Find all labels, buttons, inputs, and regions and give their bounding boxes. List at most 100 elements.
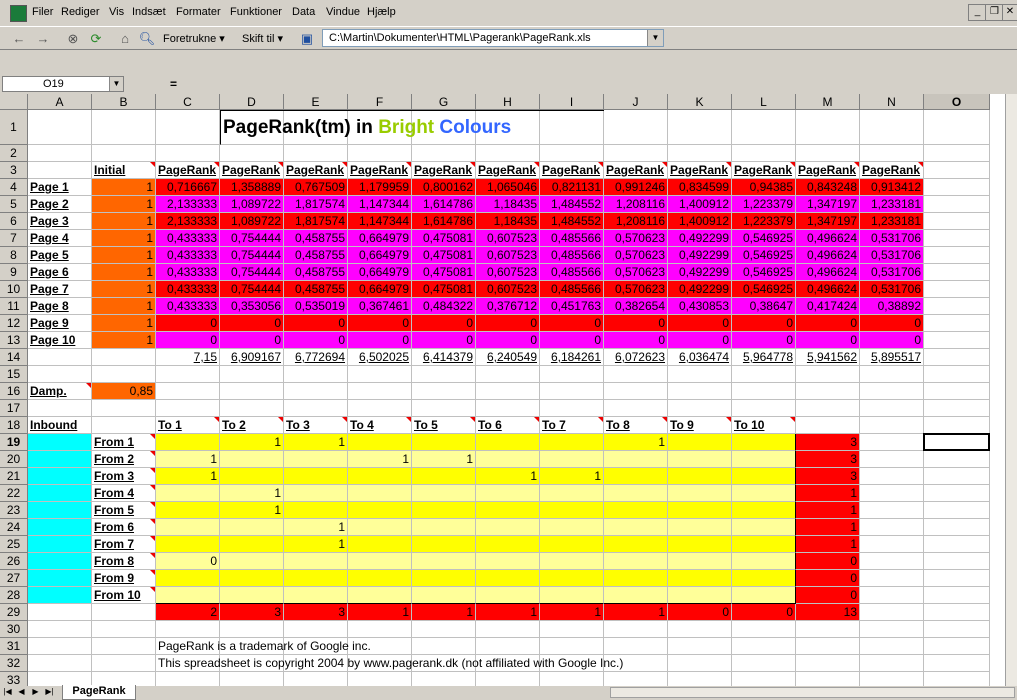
formula-equals-sign[interactable]: = bbox=[170, 77, 177, 91]
from-label[interactable]: From 2 bbox=[92, 451, 156, 468]
pagerank-value[interactable]: 0,607523 bbox=[476, 281, 540, 298]
column-header[interactable]: J bbox=[604, 94, 668, 110]
pagerank-value[interactable]: 0 bbox=[796, 332, 860, 349]
link-matrix-cell[interactable] bbox=[220, 451, 284, 468]
link-matrix-cell[interactable] bbox=[732, 536, 796, 553]
row-header[interactable]: 24 bbox=[0, 519, 28, 536]
menu-vindue[interactable]: Vindue bbox=[326, 6, 360, 18]
grid-cell[interactable] bbox=[412, 400, 476, 417]
row-header[interactable]: 29 bbox=[0, 604, 28, 621]
grid-cell[interactable] bbox=[92, 638, 156, 655]
outbound-count[interactable]: 0 bbox=[796, 553, 860, 570]
pagerank-value[interactable]: 0,492299 bbox=[668, 264, 732, 281]
pagerank-value[interactable]: 0,433333 bbox=[156, 264, 220, 281]
pagerank-value[interactable]: 1,223379 bbox=[732, 196, 796, 213]
link-matrix-cell[interactable] bbox=[476, 570, 540, 587]
pagerank-value[interactable]: 0,475081 bbox=[412, 281, 476, 298]
row-header[interactable]: 15 bbox=[0, 366, 28, 383]
pagerank-value[interactable]: 0 bbox=[540, 332, 604, 349]
row-header[interactable]: 13 bbox=[0, 332, 28, 349]
grid-cell[interactable] bbox=[860, 468, 924, 485]
link-matrix-cell[interactable] bbox=[540, 519, 604, 536]
grid-cell[interactable] bbox=[924, 110, 990, 145]
link-matrix-cell[interactable] bbox=[284, 485, 348, 502]
grid-cell[interactable] bbox=[732, 621, 796, 638]
pagerank-value[interactable]: 1,484552 bbox=[540, 213, 604, 230]
grid-cell[interactable] bbox=[604, 110, 668, 145]
link-matrix-cell[interactable]: 1 bbox=[156, 468, 220, 485]
link-matrix-cell[interactable] bbox=[732, 570, 796, 587]
link-matrix-cell[interactable] bbox=[220, 570, 284, 587]
pagerank-value[interactable]: 0 bbox=[860, 315, 924, 332]
grid-cell[interactable] bbox=[860, 553, 924, 570]
link-matrix-cell[interactable] bbox=[348, 570, 412, 587]
link-matrix-cell[interactable] bbox=[412, 434, 476, 451]
column-total[interactable]: 1 bbox=[348, 604, 412, 621]
link-matrix-cell[interactable] bbox=[348, 468, 412, 485]
sheet-tab-pagerank[interactable]: PageRank bbox=[62, 685, 136, 700]
goto-button[interactable]: Skift til ▾ bbox=[242, 30, 283, 48]
close-icon[interactable]: ✕ bbox=[1002, 4, 1017, 21]
pagerank-sum[interactable]: 5,895517 bbox=[860, 349, 924, 366]
grid-cell[interactable] bbox=[668, 672, 732, 686]
grid-cell[interactable] bbox=[796, 366, 860, 383]
grid-cell[interactable] bbox=[156, 145, 220, 162]
grid-cell[interactable] bbox=[924, 400, 990, 417]
link-matrix-cell[interactable] bbox=[348, 485, 412, 502]
grid-cell[interactable] bbox=[28, 366, 92, 383]
grid-cell[interactable] bbox=[860, 451, 924, 468]
inbound-cell[interactable] bbox=[28, 587, 92, 604]
pagerank-value[interactable]: 0,754444 bbox=[220, 264, 284, 281]
pagerank-sum[interactable]: 6,240549 bbox=[476, 349, 540, 366]
row-header[interactable]: 16 bbox=[0, 383, 28, 400]
pagerank-value[interactable]: 0,607523 bbox=[476, 247, 540, 264]
grid-cell[interactable] bbox=[28, 638, 92, 655]
grid-cell[interactable] bbox=[604, 383, 668, 400]
grid-cell[interactable] bbox=[28, 349, 92, 366]
link-matrix-cell[interactable] bbox=[540, 451, 604, 468]
link-matrix-cell[interactable] bbox=[732, 485, 796, 502]
pagerank-value[interactable]: 1,358889 bbox=[220, 179, 284, 196]
pagerank-value[interactable]: 1,347197 bbox=[796, 196, 860, 213]
page-label[interactable]: Page 3 bbox=[28, 213, 92, 230]
link-matrix-cell[interactable] bbox=[668, 468, 732, 485]
outbound-count[interactable]: 1 bbox=[796, 519, 860, 536]
grid-cell[interactable] bbox=[796, 417, 860, 434]
grid-cell[interactable] bbox=[284, 383, 348, 400]
grid-cell[interactable] bbox=[924, 179, 990, 196]
pagerank-value[interactable]: 0 bbox=[540, 315, 604, 332]
pagerank-value[interactable]: 0,531706 bbox=[860, 264, 924, 281]
link-matrix-cell[interactable] bbox=[156, 519, 220, 536]
grid-cell[interactable] bbox=[860, 587, 924, 604]
grid-cell[interactable] bbox=[348, 621, 412, 638]
pagerank-value[interactable]: 0,484322 bbox=[412, 298, 476, 315]
grid-cell[interactable] bbox=[796, 638, 860, 655]
menu-data[interactable]: Data bbox=[292, 6, 315, 18]
pagerank-value[interactable]: 0,492299 bbox=[668, 281, 732, 298]
link-matrix-cell[interactable] bbox=[476, 536, 540, 553]
link-matrix-cell[interactable]: 1 bbox=[604, 434, 668, 451]
row-header[interactable]: 30 bbox=[0, 621, 28, 638]
grid-cell[interactable] bbox=[924, 638, 990, 655]
link-matrix-cell[interactable]: 1 bbox=[412, 451, 476, 468]
link-matrix-cell[interactable] bbox=[604, 502, 668, 519]
grid-cell[interactable] bbox=[540, 145, 604, 162]
pagerank-sum[interactable]: 6,184261 bbox=[540, 349, 604, 366]
column-total[interactable]: 0 bbox=[732, 604, 796, 621]
to-header[interactable]: To 5 bbox=[412, 417, 476, 434]
link-matrix-cell[interactable] bbox=[348, 587, 412, 604]
column-header[interactable]: I bbox=[540, 94, 604, 110]
link-matrix-cell[interactable]: 1 bbox=[284, 536, 348, 553]
pagerank-value[interactable]: 0,546925 bbox=[732, 264, 796, 281]
excel-app-icon[interactable] bbox=[10, 5, 27, 22]
grid-cell[interactable] bbox=[668, 400, 732, 417]
grid-cell[interactable] bbox=[860, 417, 924, 434]
pagerank-sum[interactable]: 5,941562 bbox=[796, 349, 860, 366]
grid-cell[interactable] bbox=[604, 145, 668, 162]
pagerank-value[interactable]: 1,233181 bbox=[860, 196, 924, 213]
outbound-count[interactable]: 3 bbox=[796, 434, 860, 451]
grid-cell[interactable] bbox=[924, 213, 990, 230]
menu-funktioner[interactable]: Funktioner bbox=[230, 6, 282, 18]
pagerank-sum[interactable]: 5,964778 bbox=[732, 349, 796, 366]
forward-arrow-icon[interactable]: → bbox=[34, 30, 52, 48]
